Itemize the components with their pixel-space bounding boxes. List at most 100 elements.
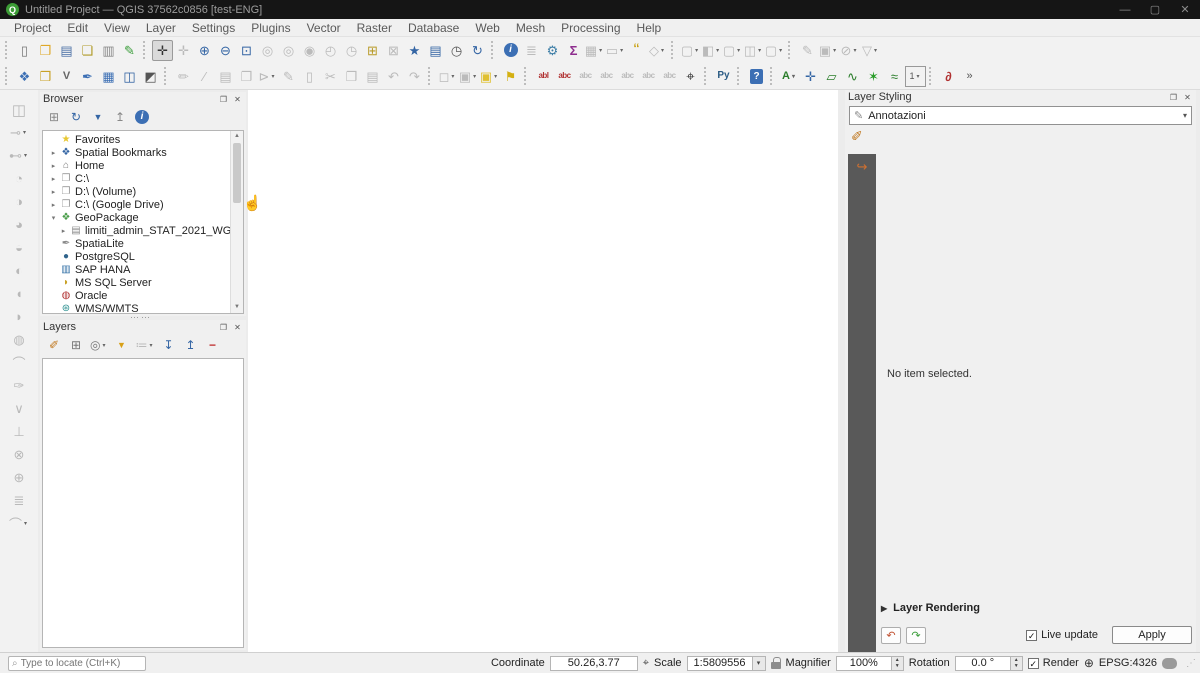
ellipse-extent-button[interactable]: ◐ xyxy=(3,259,35,282)
browser-item-postgresql[interactable]: ● PostgreSQL xyxy=(43,250,230,263)
zoom-in-button[interactable]: ⊕ xyxy=(194,40,215,61)
query-dropdown-button[interactable]: ◇▾ xyxy=(647,40,668,61)
show-bookmarks-button[interactable]: ▤ xyxy=(425,40,446,61)
browser-item-spatialite[interactable]: ✒ SpatiaLite xyxy=(43,237,230,250)
live-update-checkbox[interactable]: ✓ xyxy=(1026,630,1037,641)
close-panel-icon[interactable]: ✕ xyxy=(1182,92,1193,103)
help-button[interactable]: ? xyxy=(746,66,767,87)
copy-features-button[interactable]: ❐ xyxy=(236,66,257,87)
magnifier-spinbox[interactable]: 100% ▲▼ xyxy=(836,656,904,671)
copy-button[interactable]: ❐ xyxy=(341,66,362,87)
expander-icon[interactable]: ▾ xyxy=(48,214,59,222)
properties-widget-button[interactable]: i xyxy=(134,109,150,125)
redo-button[interactable]: ↷ xyxy=(404,66,425,87)
menu-plugins[interactable]: Plugins xyxy=(243,19,298,37)
undo-style-button[interactable]: ↶ xyxy=(881,627,901,644)
text-annotation-button[interactable]: A▾ xyxy=(779,66,800,87)
layer-select-combo[interactable]: ✎ Annotazioni ▾ xyxy=(849,106,1192,125)
digitize-with-segment-button[interactable]: ∕ xyxy=(194,66,215,87)
browser-item-spatial-bookmarks[interactable]: ▸ ❖ Spatial Bookmarks xyxy=(43,146,230,159)
data-source-manager-button[interactable]: ❖ xyxy=(14,66,35,87)
filter-legend-button[interactable]: ▼ xyxy=(113,337,129,353)
crs-status[interactable]: EPSG:4326 xyxy=(1099,657,1157,669)
rotate-label-button[interactable]: abc xyxy=(638,66,659,87)
deselect-region-button[interactable]: ▣▾ xyxy=(458,66,479,87)
paste-button[interactable]: ▤ xyxy=(362,66,383,87)
measure-button[interactable]: ▭▾ xyxy=(605,40,626,61)
reshape-button[interactable]: ⊗ xyxy=(3,443,35,466)
polygon-annotation-button[interactable]: ▱ xyxy=(821,66,842,87)
float-panel-icon[interactable]: ❐ xyxy=(1168,92,1179,103)
browser-item-geopackage[interactable]: ▾ ❖ GeoPackage xyxy=(43,211,230,224)
rectangle-3points-button[interactable]: ◗ xyxy=(3,305,35,328)
zoom-to-selection-button[interactable]: ◎ xyxy=(257,40,278,61)
expander-icon[interactable]: ▸ xyxy=(58,227,69,235)
collapse-all-layers-button[interactable]: ↥ xyxy=(182,337,198,353)
browser-item-oracle[interactable]: ◍ Oracle xyxy=(43,289,230,302)
new-mesh-layer-button[interactable]: ◫ xyxy=(119,66,140,87)
move-feature-button[interactable]: ⊳▾ xyxy=(257,66,278,87)
filter-by-expression-button[interactable]: ≔▾ xyxy=(135,337,154,353)
browser-item-ms-sql-server[interactable]: ◗ MS SQL Server xyxy=(43,276,230,289)
rotation-value[interactable]: 0.0 ° xyxy=(955,656,1011,671)
select-features-button[interactable]: ▢▾ xyxy=(680,40,701,61)
change-label-button[interactable]: abc xyxy=(659,66,680,87)
map-canvas[interactable] xyxy=(248,90,838,652)
toggle-editing-button[interactable]: ✏ xyxy=(173,66,194,87)
select-by-value-button[interactable]: ◧▾ xyxy=(701,40,722,61)
rotate-point-button[interactable]: ⌒▾ xyxy=(3,512,35,535)
layer-notes-button[interactable]: ▣▾ xyxy=(479,66,500,87)
new-print-layout-button[interactable]: ❏ xyxy=(77,40,98,61)
browser-item-d-volume[interactable]: ▸ ❐ D:\ (Volume) xyxy=(43,185,230,198)
apply-button[interactable]: Apply xyxy=(1112,626,1192,644)
delete-part-button[interactable]: ⊘▾ xyxy=(839,40,860,61)
curve-button[interactable]: ⌒ xyxy=(3,351,35,374)
zoom-native-button[interactable]: ◉ xyxy=(299,40,320,61)
save-project-button[interactable]: ▤ xyxy=(56,40,77,61)
lock-scale-icon[interactable] xyxy=(771,662,781,669)
resize-grip[interactable]: ⋰ xyxy=(1186,658,1196,669)
run-feature-action-button[interactable]: ≣ xyxy=(521,40,542,61)
annotation-pen-button[interactable]: ✑ xyxy=(3,374,35,397)
minimize-button[interactable]: — xyxy=(1110,0,1140,19)
trim-extend-button[interactable]: ⊥ xyxy=(3,420,35,443)
scale-value[interactable]: 1:5809556 xyxy=(687,656,753,671)
refresh-map-button[interactable]: ↻ xyxy=(467,40,488,61)
regular-polygon-button[interactable]: ◍ xyxy=(3,328,35,351)
browser-item-favorites[interactable]: ★ Favorites xyxy=(43,133,230,146)
new-map-view-button[interactable]: ⊞ xyxy=(362,40,383,61)
panel-splitter[interactable]: ⋯⋯ xyxy=(130,316,156,319)
pan-to-selection-button[interactable]: ✛ xyxy=(173,40,194,61)
cut-features-button[interactable]: ✂ xyxy=(320,66,341,87)
expander-icon[interactable]: ▸ xyxy=(48,188,59,196)
multiedit-button[interactable]: ▣▾ xyxy=(818,40,839,61)
maximize-button[interactable]: ▢ xyxy=(1140,0,1170,19)
pin-labels-button[interactable]: ⚑ xyxy=(500,66,521,87)
new-project-button[interactable]: ▯ xyxy=(14,40,35,61)
zoom-to-layer-button[interactable]: ◎ xyxy=(278,40,299,61)
layer-rendering-section[interactable]: ▶ Layer Rendering xyxy=(881,602,980,614)
filter-browser-button[interactable]: ▼ xyxy=(90,109,106,125)
pan-map-button[interactable]: ✛ xyxy=(152,40,173,61)
zoom-out-button[interactable]: ⊖ xyxy=(215,40,236,61)
expand-arrow-icon[interactable]: ▶ xyxy=(881,604,887,613)
select-by-expression-button[interactable]: ◫▾ xyxy=(743,40,764,61)
symbology-brush-icon[interactable]: ✐ xyxy=(851,128,863,145)
offset-curve-button[interactable]: ≣ xyxy=(3,489,35,512)
coordinate-input[interactable]: 50.26,3.77 xyxy=(550,656,638,671)
extent-toggle-icon[interactable]: ⌖ xyxy=(643,657,649,670)
close-button[interactable]: ✕ xyxy=(1170,0,1200,19)
vertex-tool-button[interactable]: ✎ xyxy=(797,40,818,61)
layer-diagram-button[interactable]: abc xyxy=(596,66,617,87)
undo-button[interactable]: ↶ xyxy=(383,66,404,87)
new-geopackage-button[interactable]: ❒ xyxy=(35,66,56,87)
annotation-tab-icon[interactable]: ↪ xyxy=(857,159,868,652)
menu-raster[interactable]: Raster xyxy=(349,19,400,37)
select-region-button[interactable]: ◻▾ xyxy=(437,66,458,87)
scrollbar-thumb[interactable] xyxy=(233,143,241,203)
browser-item-home[interactable]: ▸ ⌂ Home xyxy=(43,159,230,172)
add-group-button[interactable]: ⊞ xyxy=(68,337,84,353)
move-annotation-button[interactable]: ✛ xyxy=(800,66,821,87)
browser-item-google-drive[interactable]: ▸ ❐ C:\ (Google Drive) xyxy=(43,198,230,211)
scroll-up-icon[interactable]: ▲ xyxy=(231,131,243,142)
